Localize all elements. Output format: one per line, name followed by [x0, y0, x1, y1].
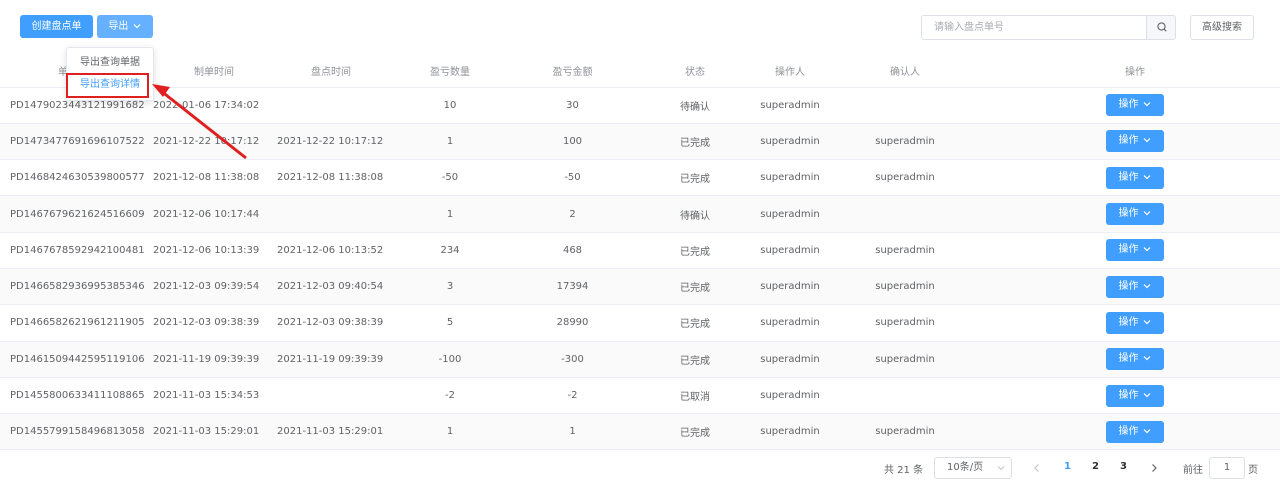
prev-page-icon[interactable]	[1032, 462, 1042, 474]
next-page-icon[interactable]	[1149, 462, 1159, 474]
page-size-value: 10条/页	[947, 462, 984, 473]
goto-label: 前往	[1183, 465, 1203, 476]
goto-page-input[interactable]: 1	[1209, 457, 1245, 479]
page-1[interactable]: 1	[1064, 461, 1071, 472]
chevron-down-icon	[997, 466, 1005, 471]
page-size-select[interactable]: 10条/页	[934, 457, 1012, 479]
page-3[interactable]: 3	[1120, 461, 1127, 472]
total-count: 共 21 条	[884, 465, 924, 476]
page-suffix: 页	[1248, 465, 1258, 476]
page-2[interactable]: 2	[1092, 461, 1099, 472]
arrow-annotation	[152, 84, 247, 160]
pagination: 共 21 条 10条/页 1 2 3 前往 1 页	[0, 452, 1280, 484]
